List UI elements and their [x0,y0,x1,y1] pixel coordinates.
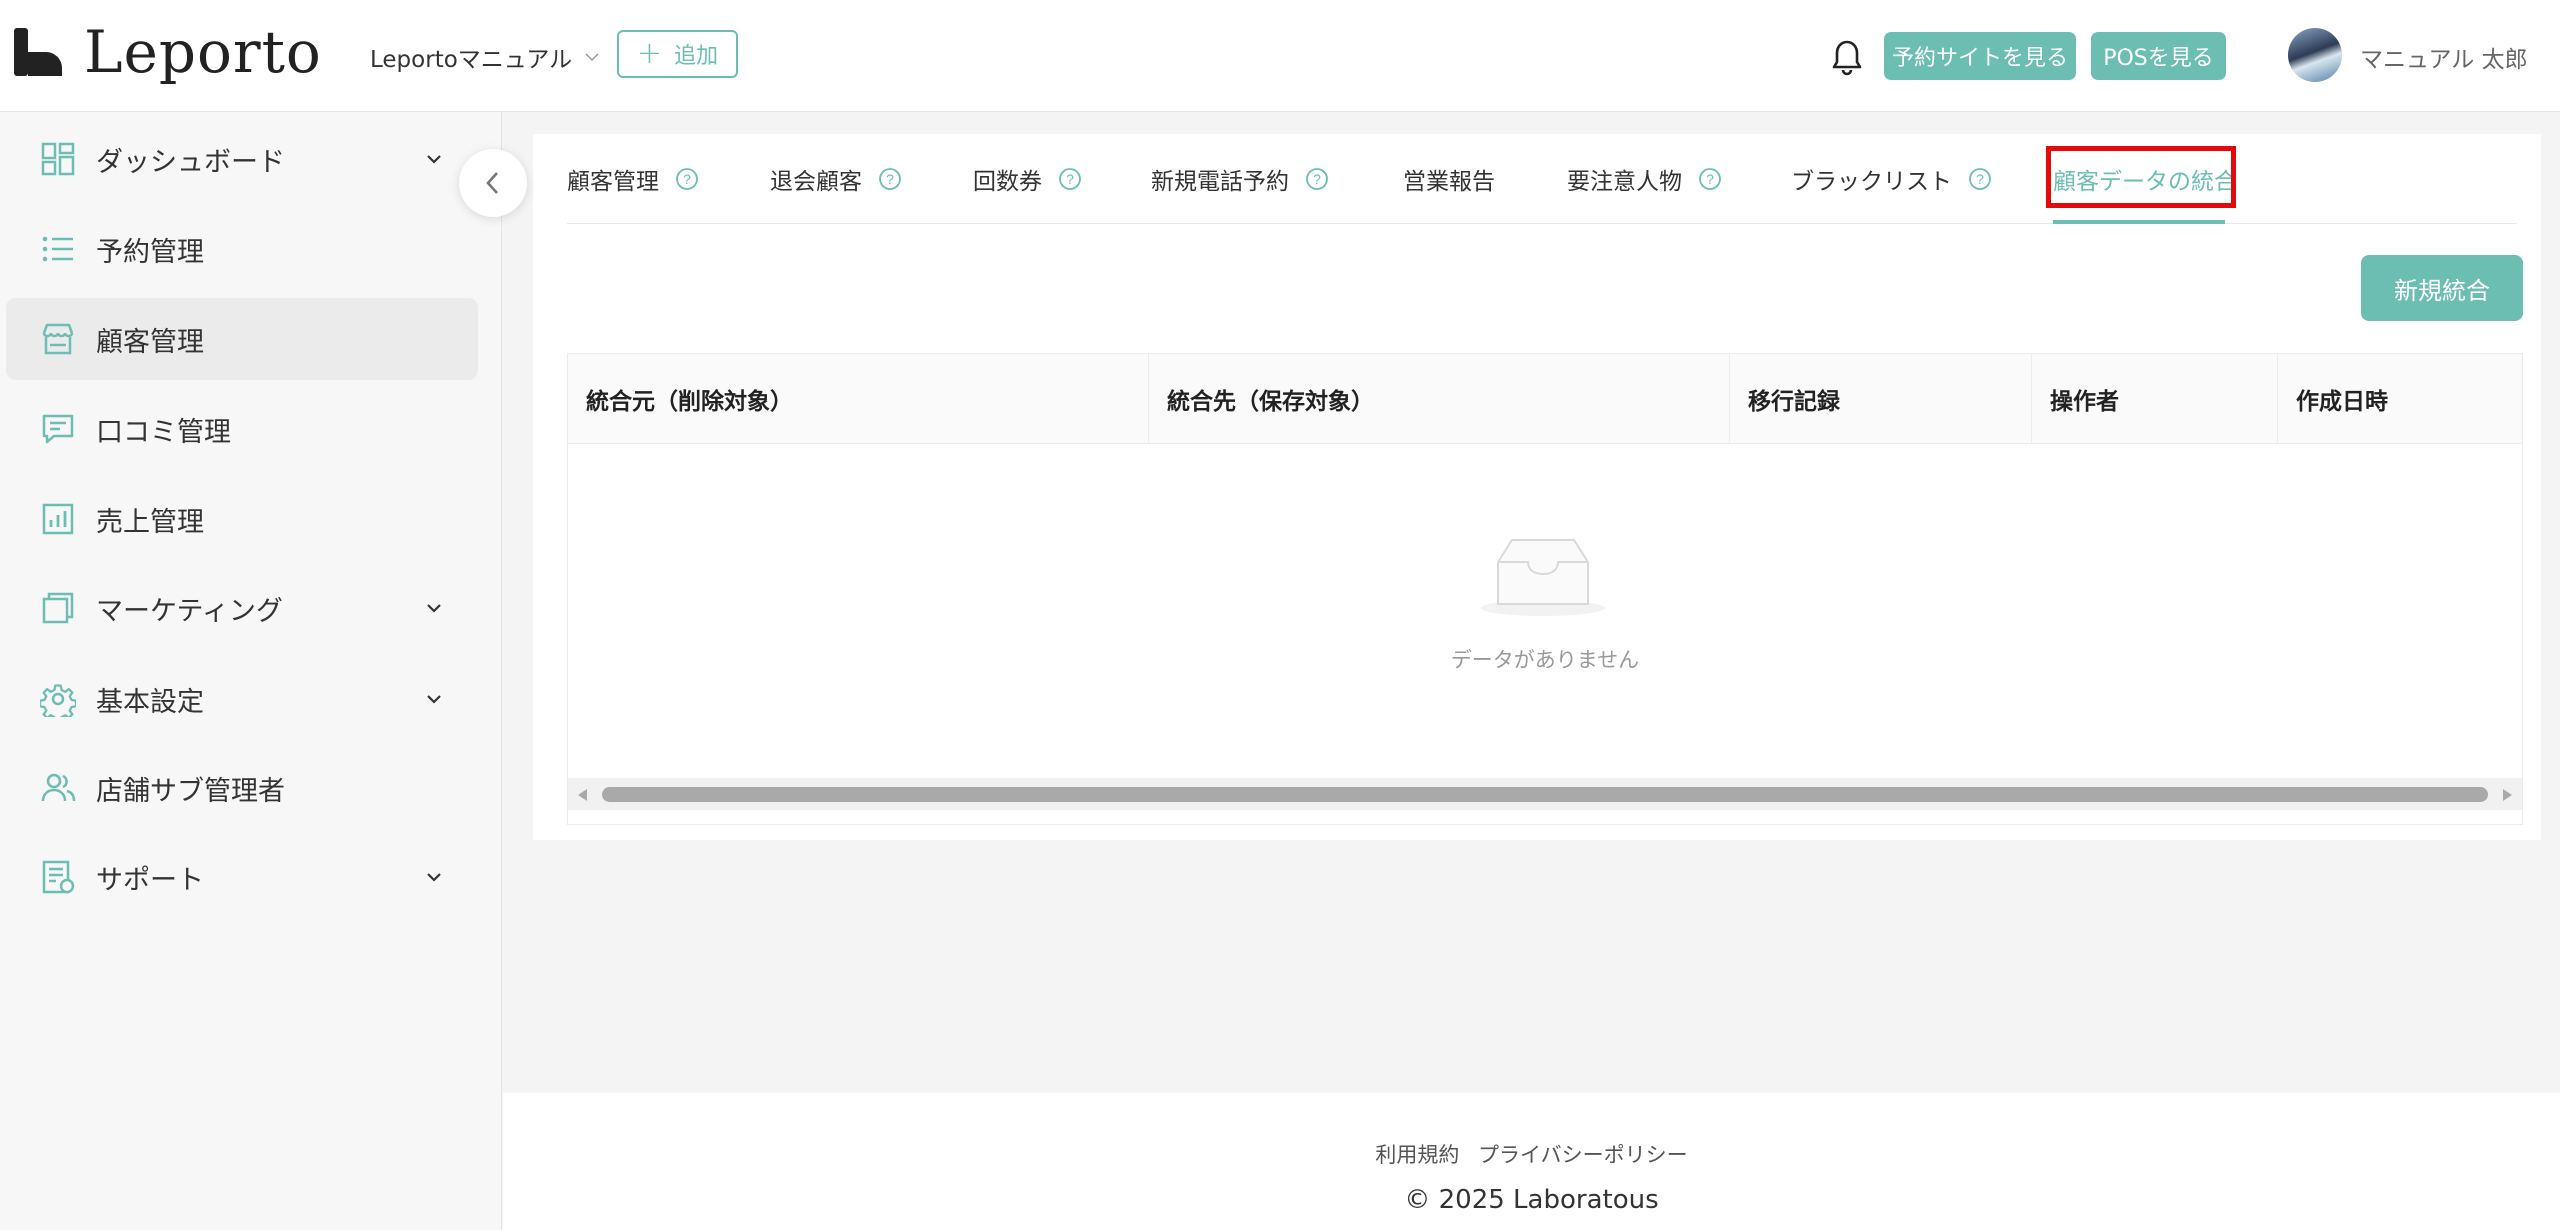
sidebar-item-customers[interactable]: 顧客管理 [6,298,478,380]
svg-text:?: ? [886,171,894,187]
store-name: Leportoマニュアル [370,47,573,73]
chevron-left-icon [486,172,498,194]
column-header-created-at[interactable]: 作成日時 [2278,354,2522,444]
footer: 利用規約 プライバシーポリシー © 2025 Laboratous [503,1093,2560,1230]
sidebar-item-label: 予約管理 [96,236,204,268]
tab-withdrawn-customers[interactable]: 退会顧客 ? [770,134,902,224]
tab-label: 要注意人物 [1567,169,1682,195]
chevron-down-icon [427,695,441,704]
sidebar-item-label: マーケティング [96,595,283,627]
scroll-right-arrow-icon[interactable] [2500,787,2514,803]
tab-new-phone-reservation[interactable]: 新規電話予約 ? [1151,134,1329,224]
users-icon [41,773,76,802]
tab-customer-management[interactable]: 顧客管理 ? [567,134,699,224]
sidebar-item-settings[interactable]: 基本設定 [6,658,478,740]
chevron-down-icon [427,604,441,613]
sidebar-item-marketing[interactable]: マーケティング [6,567,478,649]
logo-icon [14,28,62,76]
sidebar-item-reviews[interactable]: 口コミ管理 [6,388,478,470]
merge-table: 統合元（削除対象） 統合先（保存対象） 移行記録 操作者 作成日時 データがあり… [567,353,2523,825]
user-name[interactable]: マニュアル 太郎 [2360,40,2528,74]
tab-business-report[interactable]: 営業報告 [1403,134,1495,224]
sidebar-item-label: 口コミ管理 [96,416,231,448]
logo[interactable]: Leporto [12,22,322,82]
tab-label: ブラックリスト [1791,169,1952,195]
store-icon [42,323,74,355]
footer-links: 利用規約 プライバシーポリシー [503,1139,2560,1169]
column-header-migration-log[interactable]: 移行記録 [1730,354,2032,444]
scroll-left-arrow-icon[interactable] [576,787,590,803]
svg-text:?: ? [1706,171,1714,187]
gear-icon [40,684,76,717]
header: Leporto Leportoマニュアル + 追加 予約サイトを見る POSを見… [0,0,2560,112]
dashboard-icon [41,142,75,176]
chevron-down-icon [427,873,441,882]
tab-label: 新規電話予約 [1151,169,1289,195]
tab-coupon-tickets[interactable]: 回数券 ? [973,134,1082,224]
chevron-down-icon [427,155,441,164]
tab-label: 退会顧客 [770,169,862,195]
horizontal-scrollbar[interactable] [568,778,2522,810]
svg-text:?: ? [1066,171,1074,187]
tab-blacklist[interactable]: ブラックリスト ? [1791,134,1992,224]
help-icon[interactable]: ? [1698,167,1722,191]
tab-label: 営業報告 [1403,169,1495,195]
sidebar-item-dashboard[interactable]: ダッシュボード [6,118,478,200]
chevron-down-icon [585,53,599,62]
sidebar-item-sales[interactable]: 売上管理 [6,478,478,560]
svg-text:?: ? [1313,171,1321,187]
column-header-source[interactable]: 統合元（削除対象） [568,354,1149,444]
add-button[interactable]: + 追加 [617,30,738,78]
svg-text:?: ? [1976,171,1984,187]
help-icon[interactable]: ? [1058,167,1082,191]
store-selector[interactable]: Leportoマニュアル [370,40,600,74]
privacy-link[interactable]: プライバシーポリシー [1478,1143,1688,1167]
empty-inbox-icon [1481,539,1605,616]
scrollbar-thumb[interactable] [602,787,2488,802]
comment-icon [42,414,74,444]
layers-icon [42,592,74,624]
sidebar-item-label: 店舗サブ管理者 [96,775,285,807]
list-icon [42,236,73,262]
main-card: 顧客管理 ? 退会顧客 ? 回数券 ? 新規電話予約 ? 営業報告 要注意人物 … [533,134,2541,840]
tab-label: 回数券 [973,169,1042,195]
empty-state-text: データがありません [1450,648,1640,672]
logo-text: Leporto [84,18,322,86]
view-booking-site-button[interactable]: 予約サイトを見る [1884,32,2076,80]
sidebar-item-label: 基本設定 [96,686,204,718]
sidebar-item-label: 顧客管理 [96,326,204,358]
tab-highlight-box [2046,146,2236,208]
sidebar-item-label: ダッシュボード [96,146,285,178]
table-header: 統合元（削除対象） 統合先（保存対象） 移行記録 操作者 作成日時 [568,354,2522,444]
sidebar: ダッシュボード 予約管理 顧客管理 口コミ管理 売上管理 マーケティング 基本設… [0,112,502,1230]
view-pos-button[interactable]: POSを見る [2091,32,2226,80]
sidebar-item-reservations[interactable]: 予約管理 [6,208,478,290]
new-merge-button[interactable]: 新規統合 [2361,255,2523,321]
copyright: © 2025 Laboratous [1404,1185,1659,1215]
empty-state: データがありません [568,444,2522,734]
bell-icon[interactable] [1830,38,1864,76]
plus-icon: + [636,36,663,71]
help-icon[interactable]: ? [878,167,902,191]
column-header-operator[interactable]: 操作者 [2032,354,2278,444]
help-icon[interactable]: ? [1968,167,1992,191]
chart-icon [42,503,74,535]
tab-label: 顧客管理 [567,169,659,195]
avatar[interactable] [2288,28,2342,82]
sidebar-item-label: 売上管理 [96,506,204,538]
sidebar-collapse-button[interactable] [459,149,527,217]
svg-text:?: ? [683,171,691,187]
document-icon [42,860,75,894]
sidebar-item-label: サポート [96,864,204,896]
help-icon[interactable]: ? [675,167,699,191]
sidebar-item-support[interactable]: サポート [6,836,478,918]
terms-link[interactable]: 利用規約 [1375,1143,1459,1167]
column-header-target[interactable]: 統合先（保存対象） [1149,354,1730,444]
add-button-label: 追加 [674,44,719,69]
help-icon[interactable]: ? [1305,167,1329,191]
active-tab-indicator [2053,220,2225,224]
tab-bar: 顧客管理 ? 退会顧客 ? 回数券 ? 新規電話予約 ? 営業報告 要注意人物 … [567,134,2517,224]
sidebar-item-sub-admins[interactable]: 店舗サブ管理者 [6,747,478,829]
tab-caution-persons[interactable]: 要注意人物 ? [1567,134,1722,224]
